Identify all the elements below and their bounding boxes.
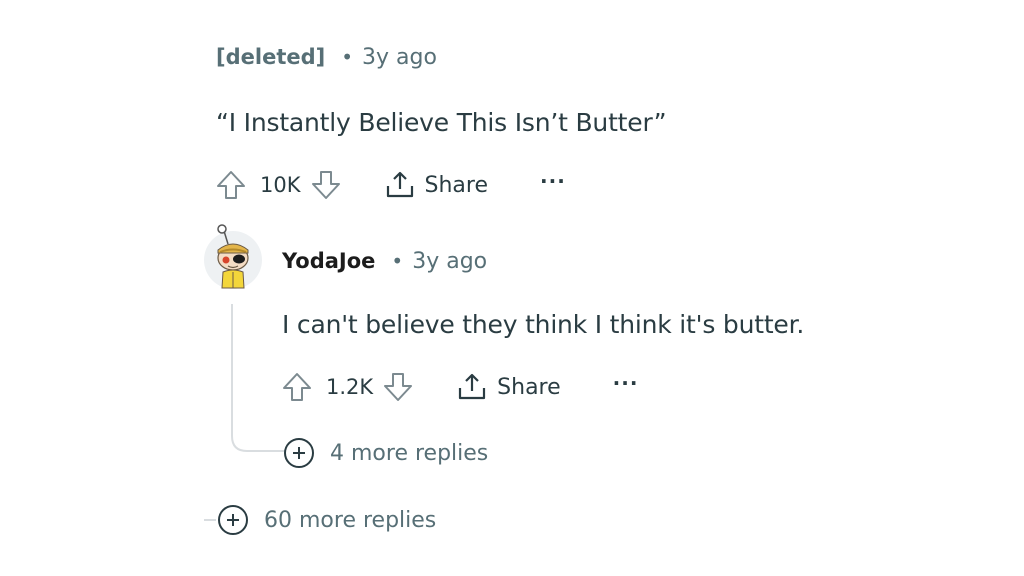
thread-more-replies-button[interactable]: 60 more replies bbox=[216, 503, 436, 537]
author-name: [deleted] bbox=[216, 45, 326, 69]
comment-timestamp[interactable]: 3y ago bbox=[362, 45, 437, 70]
snoo-avatar-icon[interactable] bbox=[202, 222, 264, 290]
share-label: Share bbox=[497, 374, 561, 400]
more-options-button[interactable]: ··· bbox=[540, 169, 566, 193]
vote-count: 10K bbox=[260, 173, 301, 197]
share-icon bbox=[386, 171, 413, 198]
more-replies-label: 4 more replies bbox=[330, 440, 489, 466]
reply-header: YodaJoe • 3y ago bbox=[282, 246, 487, 276]
reply-more-replies-button[interactable]: 4 more replies bbox=[282, 436, 488, 470]
downvote-icon[interactable] bbox=[381, 370, 415, 404]
thread-connector-line bbox=[204, 519, 216, 521]
reply-body: I can't believe they think I think it's … bbox=[282, 310, 805, 339]
more-options-button[interactable]: ··· bbox=[613, 371, 639, 395]
thread-connector-line[interactable] bbox=[231, 304, 287, 452]
plus-circle-icon bbox=[218, 505, 248, 535]
vote-count: 1.2K bbox=[326, 375, 374, 399]
comment-action-bar: 10K Share ··· bbox=[214, 166, 566, 204]
meta-separator: • bbox=[341, 45, 354, 69]
comment-thread: [deleted] • 3y ago “I Instantly Believe … bbox=[0, 0, 1024, 576]
reply-timestamp[interactable]: 3y ago bbox=[412, 249, 487, 274]
share-button[interactable]: Share bbox=[383, 168, 489, 202]
more-replies-label: 60 more replies bbox=[264, 507, 437, 533]
upvote-icon[interactable] bbox=[280, 370, 314, 404]
downvote-icon[interactable] bbox=[309, 168, 343, 202]
comment-body: “I Instantly Believe This Isn’t Butter” bbox=[216, 108, 667, 137]
reply-action-bar: 1.2K Share ··· bbox=[280, 368, 638, 406]
meta-separator: • bbox=[391, 249, 404, 273]
plus-circle-icon bbox=[284, 438, 314, 468]
share-icon bbox=[459, 373, 486, 400]
author-name[interactable]: YodaJoe bbox=[282, 249, 375, 273]
share-button[interactable]: Share bbox=[455, 370, 561, 404]
comment-header: [deleted] • 3y ago bbox=[216, 42, 437, 72]
share-label: Share bbox=[424, 172, 489, 198]
upvote-icon[interactable] bbox=[214, 168, 248, 202]
